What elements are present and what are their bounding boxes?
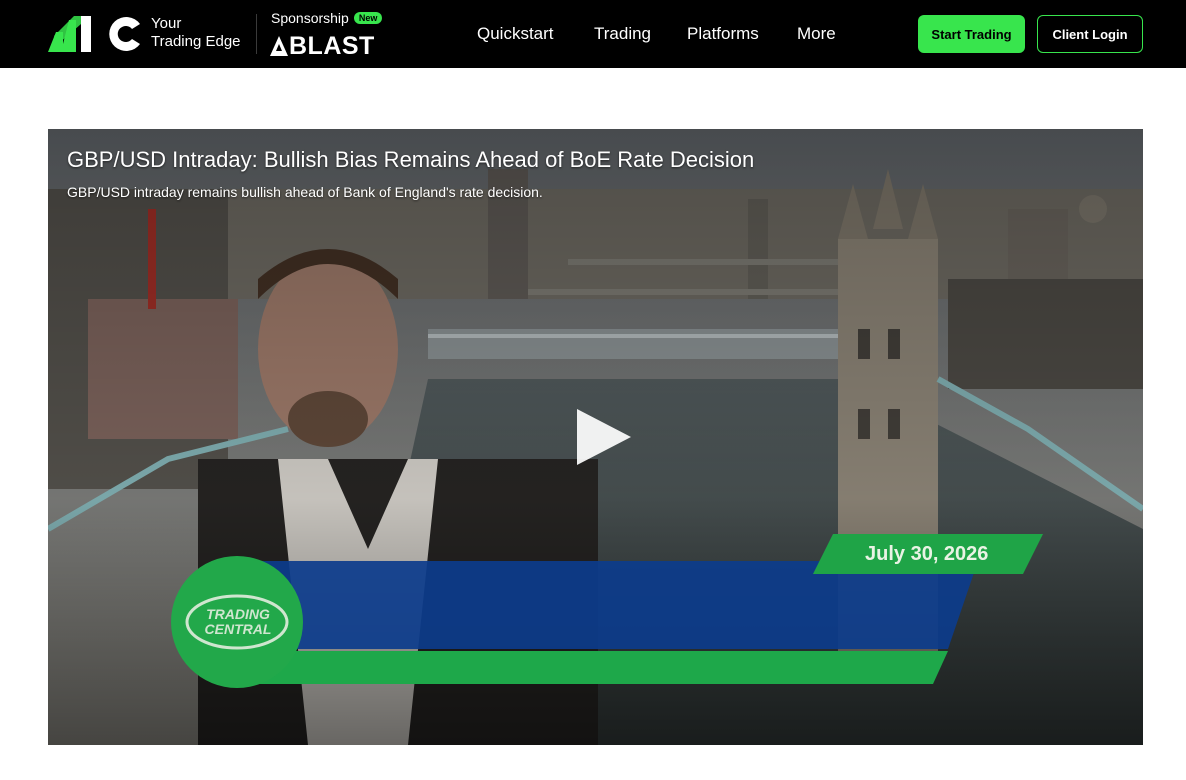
tagline: Your Trading Edge — [151, 15, 241, 51]
sponsorship-label[interactable]: Sponsorship New — [271, 10, 383, 26]
client-login-button[interactable]: Client Login — [1037, 15, 1143, 53]
video-title: GBP/USD Intraday: Bullish Bias Remains A… — [67, 147, 755, 172]
sponsorship-text: Sponsorship — [271, 10, 349, 26]
video-date: July 30, 2026 — [865, 543, 989, 565]
brand-line-1: TRADING — [206, 606, 270, 622]
brand-line-2: CENTRAL — [204, 621, 272, 637]
play-icon[interactable] — [575, 409, 633, 465]
video-subtitle: GBP/USD intraday remains bullish ahead o… — [67, 184, 543, 200]
start-trading-button[interactable]: Start Trading — [918, 15, 1025, 53]
nav-more[interactable]: More — [797, 24, 836, 44]
blast-triangle-icon — [270, 36, 288, 56]
hfm-logo[interactable] — [48, 14, 142, 52]
new-badge: New — [353, 12, 383, 24]
trading-central-text: TRADING CENTRAL — [188, 607, 288, 637]
nav-quickstart[interactable]: Quickstart — [477, 24, 554, 44]
nav-trading[interactable]: Trading — [594, 24, 651, 44]
tagline-line-1: Your — [151, 15, 182, 32]
blast-text: BLAST — [289, 31, 375, 60]
blast-sponsor-logo[interactable]: BLAST — [270, 31, 375, 60]
header-divider — [256, 14, 257, 54]
top-navigation-bar: Your Trading Edge Sponsorship New BLAST Q… — [0, 0, 1186, 68]
nav-platforms[interactable]: Platforms — [687, 24, 759, 44]
video-player[interactable]: GBP/USD Intraday: Bullish Bias Remains A… — [48, 129, 1143, 745]
tagline-line-2: Trading Edge — [151, 33, 241, 50]
